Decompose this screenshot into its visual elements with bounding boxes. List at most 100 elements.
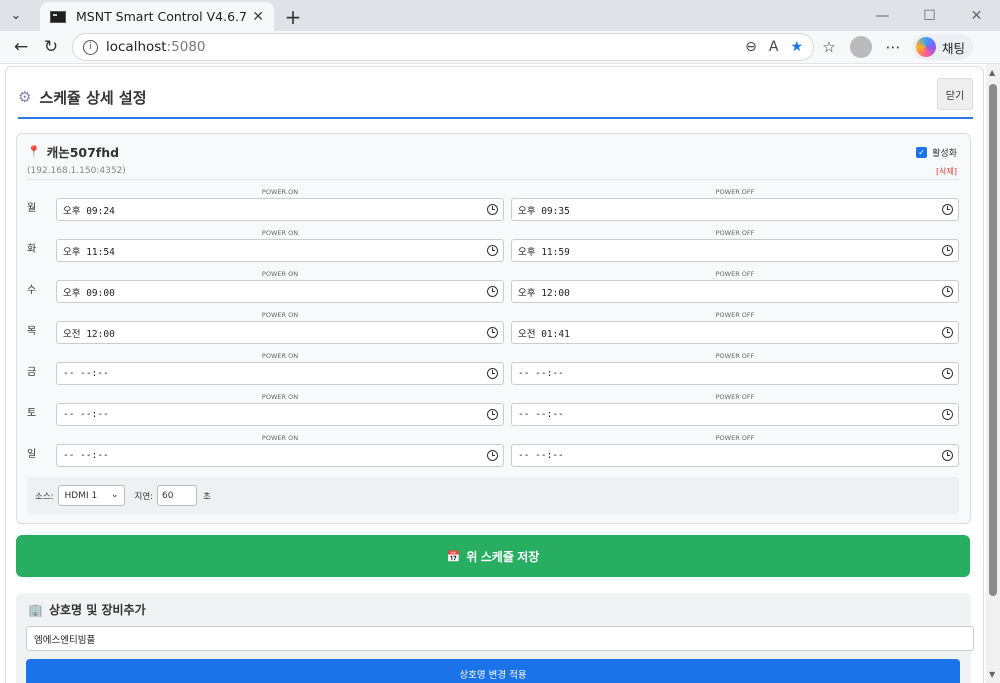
power-off-time-input[interactable]: 오전 01:41	[511, 321, 959, 344]
minimize-icon[interactable]: —	[859, 0, 906, 31]
power-off-label: POWER OFF	[715, 229, 755, 237]
power-off-time-input[interactable]: -- --:--	[511, 403, 959, 426]
clock-icon[interactable]	[487, 327, 498, 338]
schedule-row: 화 POWER ON 오후 11:54 POWER OFF 오후 11:59	[27, 228, 959, 269]
clock-icon[interactable]	[487, 450, 498, 461]
window-controls: — ☐ ✕	[859, 0, 1000, 31]
day-label: 화	[27, 244, 37, 255]
clock-icon[interactable]	[942, 409, 953, 420]
enable-label: 활성화	[932, 149, 957, 159]
clock-icon[interactable]	[487, 204, 498, 215]
power-on-time-input[interactable]: -- --:--	[56, 403, 504, 426]
power-on-column: POWER ON -- --:--	[56, 392, 504, 426]
time-value: 오후 09:35	[518, 205, 570, 217]
tab-title: MSNT Smart Control V4.6.7	[76, 9, 247, 24]
close-button[interactable]: 닫기	[937, 78, 973, 110]
read-aloud-icon[interactable]: A	[769, 39, 779, 55]
delay-input[interactable]: 60	[157, 485, 198, 506]
checkbox-checked-icon[interactable]: ✓	[916, 147, 928, 158]
clock-icon[interactable]	[942, 368, 953, 379]
close-window-icon[interactable]: ✕	[953, 0, 1000, 31]
refresh-icon[interactable]: ↻	[36, 32, 66, 62]
address-bar[interactable]: i localhost:5080 ⊖ A ★	[72, 33, 814, 61]
power-on-time-input[interactable]: 오전 12:00	[56, 321, 504, 344]
clock-icon[interactable]	[942, 327, 953, 338]
time-value: -- --:--	[63, 450, 109, 461]
day-label: 월	[27, 203, 37, 214]
clock-icon[interactable]	[942, 450, 953, 461]
favorites-list-icon[interactable]: ☆	[814, 38, 844, 56]
day-label: 수	[27, 285, 37, 296]
device-name-row: 📍 캐논507fhd	[27, 142, 959, 161]
time-value: 오후 09:00	[63, 287, 115, 299]
address-toolbar: ← ↻ i localhost:5080 ⊖ A ★ ☆ ⋯ 채팅	[0, 31, 1000, 64]
power-on-time-input[interactable]: -- --:--	[56, 444, 504, 467]
building-icon: 🏢	[28, 602, 43, 617]
browser-tab[interactable]: MSNT Smart Control V4.6.7 ✕	[40, 2, 274, 31]
gear-icon: ⚙	[18, 88, 32, 106]
power-on-column: POWER ON 오전 12:00	[56, 310, 504, 344]
delay-unit: 초	[203, 491, 211, 502]
favorite-star-icon[interactable]: ★	[790, 39, 803, 55]
scroll-up-icon[interactable]: ▲	[989, 68, 995, 77]
power-off-time-input[interactable]: 오후 12:00	[511, 280, 959, 303]
power-on-column: POWER ON -- --:--	[56, 351, 504, 385]
back-icon[interactable]: ←	[6, 32, 36, 62]
clock-icon[interactable]	[487, 286, 498, 297]
schedule-row: 일 POWER ON -- --:-- POWER OFF -- --:--	[27, 433, 959, 474]
business-title-row: 🏢 상호명 및 장비추가	[28, 601, 146, 618]
new-tab-icon[interactable]: +	[278, 2, 308, 31]
power-off-time-input[interactable]: -- --:--	[511, 444, 959, 467]
scroll-down-icon[interactable]: ▼	[989, 670, 995, 679]
day-label: 목	[27, 326, 37, 337]
copilot-chat-button[interactable]: 채팅	[912, 34, 974, 60]
modal-header: ⚙ 스케쥴 상세 설정 닫기	[18, 77, 973, 119]
profile-avatar[interactable]	[850, 36, 872, 58]
schedule-row: 목 POWER ON 오전 12:00 POWER OFF 오전 01:41	[27, 310, 959, 351]
business-name-input[interactable]: 엠에스엔티빔플	[26, 626, 974, 651]
power-on-column: POWER ON 오후 11:54	[56, 228, 504, 262]
scroll-thumb[interactable]	[989, 84, 997, 596]
info-icon[interactable]: i	[83, 39, 98, 55]
business-title: 상호명 및 장비추가	[48, 603, 146, 617]
clock-icon[interactable]	[942, 245, 953, 256]
power-off-time-input[interactable]: 오후 09:35	[511, 198, 959, 221]
power-on-time-input[interactable]: 오후 09:24	[56, 198, 504, 221]
tab-list-chevron-icon[interactable]: ⌄	[0, 0, 32, 31]
save-schedule-button[interactable]: 📅 위 스케쥴 저장	[16, 535, 970, 577]
more-menu-icon[interactable]: ⋯	[878, 38, 908, 56]
close-tab-icon[interactable]: ✕	[252, 9, 264, 25]
enable-toggle[interactable]: ✓ 활성화	[916, 146, 957, 159]
apply-name-button[interactable]: 상호명 변경 적용	[26, 659, 960, 683]
clock-icon[interactable]	[942, 286, 953, 297]
power-on-time-input[interactable]: 오후 09:00	[56, 280, 504, 303]
clock-icon[interactable]	[487, 409, 498, 420]
power-on-time-input[interactable]: 오후 11:54	[56, 239, 504, 262]
source-select[interactable]: HDMI 1 ⌄	[57, 485, 125, 506]
page-viewport: ⚙ 스케쥴 상세 설정 닫기 📍 캐논507fhd (192.168.1.150…	[0, 64, 1000, 683]
page-scrollbar[interactable]: ▲ ▼	[986, 64, 1000, 683]
schedule-row: 토 POWER ON -- --:-- POWER OFF -- --:--	[27, 392, 959, 433]
time-value: 오후 12:00	[518, 287, 570, 299]
copilot-icon	[916, 37, 936, 57]
zoom-out-icon[interactable]: ⊖	[745, 39, 757, 55]
power-off-time-input[interactable]: -- --:--	[511, 362, 959, 385]
time-value: -- --:--	[518, 409, 564, 420]
schedule-row: 월 POWER ON 오후 09:24 POWER OFF 오후 09:35	[27, 187, 959, 228]
clock-icon[interactable]	[942, 204, 953, 215]
time-value: -- --:--	[518, 450, 564, 461]
maximize-icon[interactable]: ☐	[906, 0, 953, 31]
url-text[interactable]: localhost:5080	[106, 39, 733, 55]
time-value: 오전 12:00	[63, 328, 115, 340]
delete-link[interactable]: [삭제]	[936, 166, 957, 177]
power-off-label: POWER OFF	[715, 311, 755, 319]
power-off-column: POWER OFF 오후 12:00	[511, 269, 959, 303]
power-on-time-input[interactable]: -- --:--	[56, 362, 504, 385]
power-on-label: POWER ON	[261, 188, 299, 196]
time-value: -- --:--	[518, 368, 564, 379]
clock-icon[interactable]	[487, 368, 498, 379]
device-name: 캐논507fhd	[46, 145, 120, 160]
power-on-label: POWER ON	[261, 229, 299, 237]
clock-icon[interactable]	[487, 245, 498, 256]
power-off-time-input[interactable]: 오후 11:59	[511, 239, 959, 262]
